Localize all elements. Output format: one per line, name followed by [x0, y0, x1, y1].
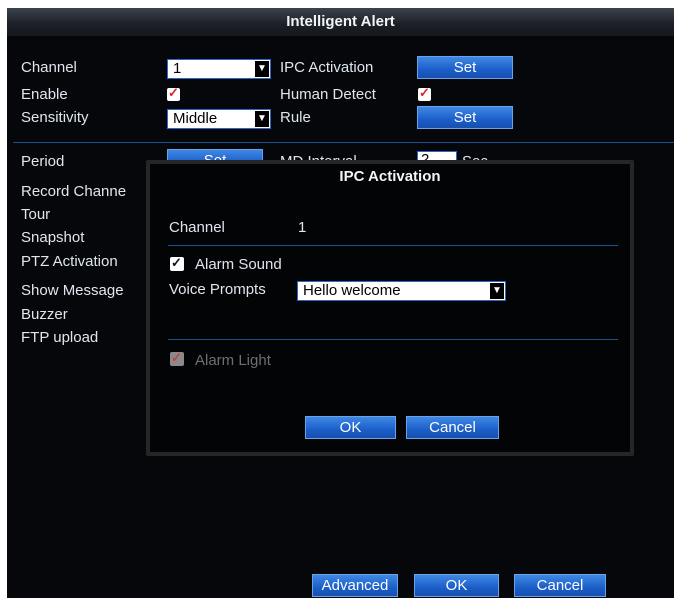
ok-button[interactable]: OK — [414, 574, 499, 597]
record-channel-label: Record Channe — [21, 183, 127, 200]
voice-prompts-label: Voice Prompts — [169, 281, 266, 298]
ptz-activation-label: PTZ Activation — [21, 253, 118, 270]
alarm-sound-checkbox[interactable]: ✓ — [170, 255, 184, 271]
tour-label: Tour — [21, 206, 51, 223]
cancel-button[interactable]: Cancel — [514, 574, 606, 597]
rule-set-button[interactable]: Set — [417, 106, 513, 129]
ipc-activation-label: IPC Activation — [280, 59, 374, 76]
period-label: Period — [21, 153, 65, 170]
alarm-sound-label: Alarm Sound — [195, 256, 282, 273]
check-icon: ✓ — [171, 255, 182, 270]
sensitivity-label: Sensitivity — [21, 109, 89, 126]
chevron-down-icon: ▼ — [255, 61, 269, 77]
dialog-channel-value: 1 — [298, 219, 307, 236]
chevron-down-icon: ▼ — [490, 283, 504, 299]
enable-label: Enable — [21, 86, 68, 103]
dialog-ok-button[interactable]: OK — [305, 416, 396, 439]
section-divider — [13, 142, 674, 143]
voice-prompts-select[interactable]: Hello welcome ▼ — [297, 281, 506, 301]
check-icon: ✓ — [419, 85, 430, 100]
channel-value: 1 — [173, 60, 182, 77]
human-detect-checkbox[interactable]: ✓ — [418, 85, 431, 101]
ftp-upload-label: FTP upload — [21, 329, 99, 346]
check-icon: ✓ — [171, 350, 182, 365]
rule-label: Rule — [280, 109, 311, 126]
dialog-body: IPC Activation Channel 1 ✓ Alarm Sound V… — [150, 164, 630, 452]
buzzer-label: Buzzer — [21, 306, 68, 323]
human-detect-label: Human Detect — [280, 86, 376, 103]
window-title: Intelligent Alert — [7, 8, 674, 36]
ipc-activation-set-button[interactable]: Set — [417, 56, 513, 79]
alarm-light-checkbox[interactable]: ✓ — [170, 350, 184, 366]
ipc-activation-dialog: IPC Activation Channel 1 ✓ Alarm Sound V… — [146, 160, 634, 456]
snapshot-label: Snapshot — [21, 229, 85, 246]
check-icon: ✓ — [168, 85, 179, 100]
sensitivity-value: Middle — [173, 110, 218, 127]
chevron-down-icon: ▼ — [255, 111, 269, 127]
dialog-divider-top — [168, 245, 618, 246]
voice-prompts-value: Hello welcome — [303, 282, 401, 299]
advanced-button[interactable]: Advanced — [312, 574, 398, 597]
dialog-cancel-button[interactable]: Cancel — [406, 416, 499, 439]
enable-checkbox[interactable]: ✓ — [167, 85, 180, 101]
alarm-light-label: Alarm Light — [195, 352, 271, 369]
show-message-label: Show Message — [21, 282, 124, 299]
dialog-title: IPC Activation — [339, 168, 441, 185]
channel-label: Channel — [21, 59, 77, 76]
sensitivity-select[interactable]: Middle ▼ — [167, 109, 271, 129]
dialog-channel-label: Channel — [169, 219, 225, 236]
dialog-divider-bottom — [168, 339, 618, 340]
channel-select[interactable]: 1 ▼ — [167, 59, 271, 79]
